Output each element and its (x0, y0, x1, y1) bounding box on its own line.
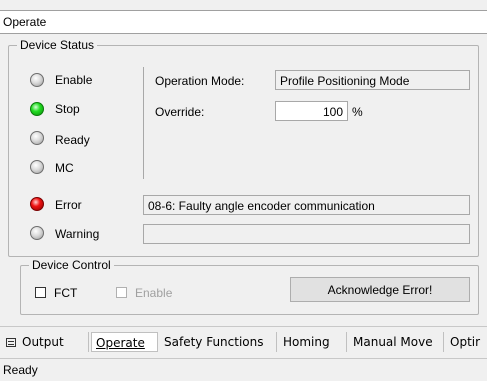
ready-indicator-label: Ready (55, 133, 90, 147)
status-separator (143, 67, 144, 179)
fct-checkbox-label: FCT (54, 286, 78, 300)
override-unit: % (352, 105, 363, 119)
enable-checkbox-label: Enable (135, 286, 173, 300)
panel-title: Operate (3, 15, 47, 29)
bottom-tab-bar: Output Operate Safety Functions Homing M… (0, 326, 487, 357)
warning-message-field (143, 224, 470, 244)
device-control-legend: Device Control (32, 258, 111, 272)
tab-homing[interactable]: Homing (279, 332, 347, 352)
override-input[interactable]: 100 (275, 101, 348, 121)
stop-indicator-label: Stop (55, 102, 80, 116)
tab-manual-move[interactable]: Manual Move (349, 332, 444, 352)
operation-mode-field: Profile Positioning Mode (275, 70, 470, 90)
error-indicator-label: Error (55, 198, 82, 212)
panel-header: Operate (0, 10, 487, 34)
operation-mode-label: Operation Mode: (155, 74, 245, 88)
acknowledge-error-button[interactable]: Acknowledge Error! (290, 277, 470, 302)
list-icon (6, 338, 16, 347)
override-label: Override: (155, 105, 205, 119)
error-message-field: 08-6: Faulty angle encoder communication (143, 195, 470, 215)
enable-indicator-label: Enable (55, 73, 93, 87)
tab-optir[interactable]: Optir (446, 332, 487, 352)
warning-indicator-led-icon (30, 226, 44, 240)
error-indicator-led-icon (30, 197, 44, 211)
status-bar: Ready (0, 358, 487, 381)
fct-checkbox[interactable] (35, 287, 46, 298)
tab-output-label: Output (22, 335, 64, 349)
status-text: Ready (3, 363, 38, 377)
warning-indicator-label: Warning (55, 227, 100, 241)
tab-safety-functions[interactable]: Safety Functions (160, 332, 277, 352)
enable-checkbox[interactable] (116, 287, 127, 298)
tab-output[interactable]: Output (2, 332, 89, 352)
enable-indicator-led-icon (30, 73, 44, 87)
mc-indicator-led-icon (30, 160, 44, 174)
ready-indicator-led-icon (30, 131, 44, 145)
stop-indicator-led-icon (30, 102, 44, 116)
mc-indicator-label: MC (55, 161, 74, 175)
tab-operate[interactable]: Operate (91, 332, 158, 352)
device-status-legend: Device Status (20, 38, 95, 52)
